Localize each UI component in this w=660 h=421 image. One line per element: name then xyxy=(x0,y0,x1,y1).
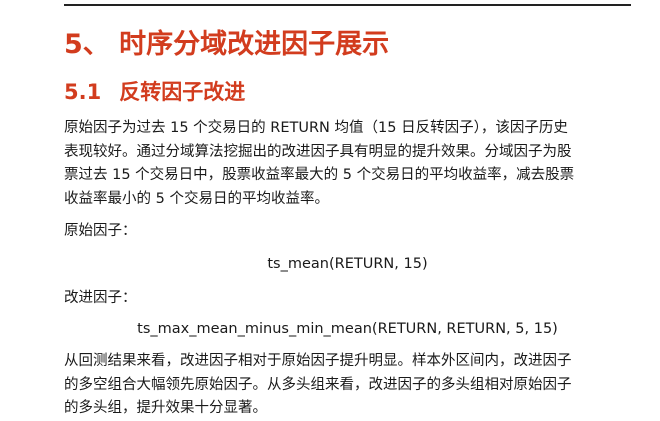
paragraph-line: 的多空组合大幅领先原始因子。从多头组来看，改进因子的多头组相对原始因子 xyxy=(64,376,572,393)
paragraph-line: 的多头组，提升效果十分显著。 xyxy=(64,400,267,416)
paragraph-line: 从回测结果来看，改进因子相对于原始因子提升明显。样本外区间内，改进因子 xyxy=(64,353,572,369)
subsection-number: 5.1 xyxy=(64,80,102,104)
paragraph-line: 票过去 15 个交易日中，股票收益率最大的 5 个交易日的平均收益率，减去股票 xyxy=(64,167,575,183)
subsection-heading: 5.1 反转因子改进 xyxy=(64,77,245,107)
paragraph-line: 原始因子为过去 15 个交易日的 RETURN 均值（15 日反转因子），该因子… xyxy=(64,120,568,136)
intro-paragraph: 原始因子为过去 15 个交易日的 RETURN 均值（15 日反转因子），该因子… xyxy=(64,117,642,211)
paragraph-line: 表现较好。通过分域算法挖掘出的改进因子具有明显的提升效果。分域因子为股 xyxy=(64,143,572,160)
improved-factor-label: 改进因子： xyxy=(64,290,137,306)
original-factor-formula: ts_mean(RETURN, 15) xyxy=(267,256,428,272)
header-rule xyxy=(64,4,631,6)
paragraph-line: 收益率最小的 5 个交易日的平均收益率。 xyxy=(64,190,329,207)
improved-factor-formula: ts_max_mean_minus_min_mean(RETURN, RETUR… xyxy=(137,321,558,337)
original-factor-label: 原始因子： xyxy=(64,223,137,239)
subsection-title: 反转因子改进 xyxy=(119,80,246,104)
section-heading: 5、 时序分域改进因子展示 xyxy=(64,29,390,60)
conclusion-paragraph: 从回测结果来看，改进因子相对于原始因子提升明显。样本外区间内，改进因子 的多空组… xyxy=(64,350,642,421)
